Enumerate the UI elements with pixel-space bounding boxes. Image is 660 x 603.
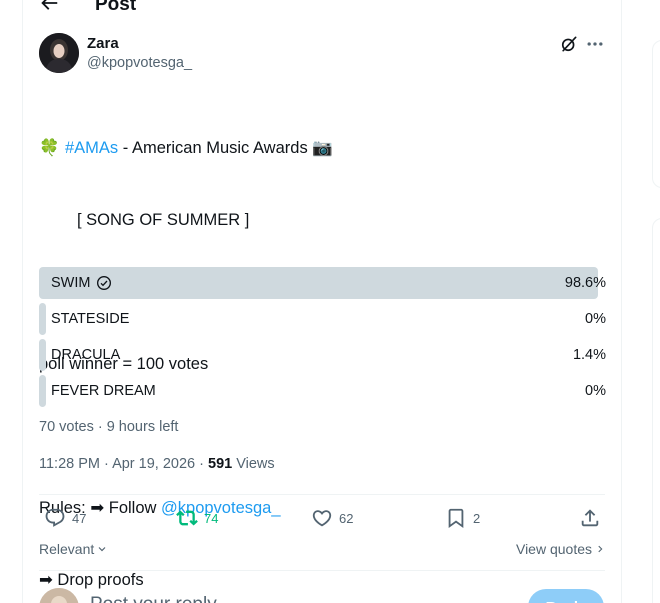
poll-option-label: DRACULA xyxy=(51,339,120,371)
bookmark-button[interactable]: 2 xyxy=(445,506,480,530)
left-column-border xyxy=(22,0,23,603)
poll-meta: 70 votes · 9 hours left xyxy=(39,419,179,435)
reply-button[interactable]: 47 xyxy=(44,506,86,530)
poll-option: STATESIDE 0% xyxy=(39,303,606,335)
poll-option-label: SWIM xyxy=(51,267,112,299)
reply-submit-button[interactable]: Reply xyxy=(528,589,604,603)
views-label: Views xyxy=(232,456,275,472)
poll-option: DRACULA 1.4% xyxy=(39,339,606,371)
poll-option-label: FEVER DREAM xyxy=(51,375,156,407)
tweet-line-1: 🍀 #AMAs - American Music Awards 📷 xyxy=(39,136,605,160)
repost-button[interactable]: 74 xyxy=(176,506,218,530)
poll-bar xyxy=(39,339,46,371)
poll-bar xyxy=(39,267,599,299)
bookmark-count: 2 xyxy=(473,510,481,526)
grok-icon[interactable] xyxy=(559,34,579,54)
poll-option-percent: 98.6% xyxy=(564,275,606,291)
post-time[interactable]: 11:28 PM · Apr 19, 2026 · xyxy=(39,456,208,472)
share-button[interactable] xyxy=(579,506,601,530)
clover-emoji: 🍀 xyxy=(39,139,60,157)
more-options-icon[interactable] xyxy=(585,34,605,54)
poll: SWIM 98.6% STATESIDE 0% DRACULA 1.4% FEVER DRE… xyxy=(39,267,606,411)
sidebar-card-top xyxy=(652,40,660,188)
poll-bar xyxy=(39,303,46,335)
poll-option: SWIM 98.6% xyxy=(39,267,606,299)
poll-option-text: SWIM xyxy=(51,275,91,291)
right-column-border xyxy=(621,0,622,603)
tweet-line-5: ➡ Drop proofs xyxy=(39,571,144,589)
like-count: 62 xyxy=(339,510,354,526)
poll-option-percent: 1.4% xyxy=(572,347,606,363)
bookmark-icon xyxy=(448,508,464,529)
poll-option-percent: 0% xyxy=(585,383,606,399)
poll-option-text: DRACULA xyxy=(51,347,121,363)
reply-icon xyxy=(45,508,65,527)
relevant-label: Relevant xyxy=(39,541,95,557)
sort-relevant-dropdown[interactable]: Relevant xyxy=(39,541,108,557)
action-bar: 47 74 62 2 xyxy=(39,506,605,530)
author-name[interactable]: Zara xyxy=(87,35,119,52)
view-quotes-link[interactable]: View quotes xyxy=(516,541,605,557)
divider xyxy=(39,570,605,571)
poll-option-text: STATESIDE xyxy=(51,311,130,327)
back-arrow-icon[interactable] xyxy=(38,0,60,14)
poll-option-label: STATESIDE xyxy=(51,303,129,335)
sidebar-card-bottom xyxy=(652,218,660,603)
reply-count: 47 xyxy=(72,510,87,526)
poll-option-text: FEVER DREAM xyxy=(51,383,156,399)
poll-option: FEVER DREAM 0% xyxy=(39,375,606,407)
camera-emoji: 📷 xyxy=(312,139,333,157)
page-title: Post xyxy=(95,0,137,15)
repost-icon xyxy=(176,510,198,526)
divider xyxy=(39,494,605,495)
tweet-line-2: [ SONG OF SUMMER ] xyxy=(77,211,250,229)
post-timestamp: 11:28 PM · Apr 19, 2026 · 591 Views xyxy=(39,456,275,472)
chevron-right-icon xyxy=(598,545,603,553)
like-button[interactable]: 62 xyxy=(311,506,353,530)
tweet-line-1-text: - American Music Awards xyxy=(118,139,313,157)
view-quotes-label: View quotes xyxy=(515,541,592,557)
poll-bar xyxy=(39,375,46,407)
share-icon xyxy=(581,509,599,527)
author-handle[interactable]: @kpopvotesga_ xyxy=(87,55,192,71)
views-count: 591 xyxy=(208,456,233,472)
reply-input[interactable]: Post your reply xyxy=(90,594,217,603)
check-circle-icon xyxy=(97,276,112,290)
hashtag-link[interactable]: #AMAs xyxy=(65,136,118,160)
heart-icon xyxy=(312,510,332,527)
top-header: Post xyxy=(0,0,620,18)
chevron-down-icon xyxy=(98,547,106,552)
poll-option-percent: 0% xyxy=(585,311,606,327)
author-avatar[interactable] xyxy=(39,33,79,73)
repost-count: 74 xyxy=(204,510,219,526)
